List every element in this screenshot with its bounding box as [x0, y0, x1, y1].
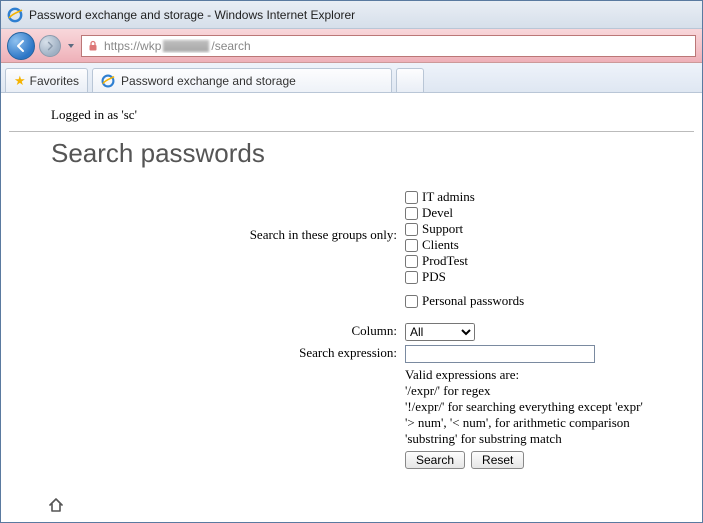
forward-button[interactable]	[39, 35, 61, 57]
nav-history-dropdown[interactable]	[65, 33, 77, 59]
group-checkbox-support[interactable]	[405, 223, 418, 236]
lock-icon	[86, 40, 100, 52]
column-select[interactable]: All	[405, 323, 475, 341]
group-row: Devel	[405, 205, 643, 221]
hint-line: 'substring' for substring match	[405, 431, 643, 447]
group-row: Support	[405, 221, 643, 237]
favorites-button[interactable]: ★ Favorites	[5, 68, 88, 92]
group-label: Personal passwords	[422, 293, 524, 309]
divider	[9, 131, 694, 132]
reset-button[interactable]: Reset	[471, 451, 524, 469]
hint-line: '!/expr/' for searching everything excep…	[405, 399, 643, 415]
group-checkbox-clients[interactable]	[405, 239, 418, 252]
url-host-prefix: wkp	[140, 39, 161, 53]
hint-line: '> num', '< num', for arithmetic compari…	[405, 415, 643, 431]
group-label: Clients	[422, 237, 459, 253]
tabs-bar: ★ Favorites Password exchange and storag…	[1, 63, 702, 93]
group-row: Clients	[405, 237, 643, 253]
group-checkbox-pds[interactable]	[405, 271, 418, 284]
group-label: Devel	[422, 205, 453, 221]
search-expression-input[interactable]	[405, 345, 595, 363]
groups-label: Search in these groups only:	[51, 187, 401, 311]
column-label: Column:	[51, 321, 401, 343]
star-icon: ★	[14, 74, 26, 87]
page-title: Search passwords	[51, 138, 694, 169]
address-url: https://wkp/search	[104, 39, 251, 53]
group-checkbox-prodtest[interactable]	[405, 255, 418, 268]
ie-icon	[101, 74, 115, 88]
group-checkbox-personal[interactable]	[405, 295, 418, 308]
new-tab-button[interactable]	[396, 68, 424, 92]
group-checkbox-it-admins[interactable]	[405, 191, 418, 204]
group-row: Personal passwords	[405, 293, 643, 309]
navigation-bar: https://wkp/search	[1, 29, 702, 63]
favorites-label: Favorites	[30, 74, 79, 88]
search-form: Search in these groups only: IT admins D…	[51, 187, 694, 471]
expression-label: Search expression:	[51, 343, 401, 365]
url-scheme: https://	[104, 39, 140, 53]
window-title: Password exchange and storage - Windows …	[29, 8, 355, 22]
expression-hints: Valid expressions are: '/expr/' for rege…	[401, 365, 647, 449]
search-button[interactable]: Search	[405, 451, 465, 469]
hint-line: '/expr/' for regex	[405, 383, 643, 399]
url-path: /search	[211, 39, 250, 53]
ie-icon	[7, 7, 23, 23]
hint-line: Valid expressions are:	[405, 367, 643, 383]
tab-active[interactable]: Password exchange and storage	[92, 68, 392, 92]
page-content: Logged in as 'sc' Search passwords Searc…	[1, 93, 702, 522]
group-row: IT admins	[405, 189, 643, 205]
group-row: PDS	[405, 269, 643, 285]
tab-title: Password exchange and storage	[121, 74, 296, 88]
group-label: IT admins	[422, 189, 475, 205]
back-button[interactable]	[7, 32, 35, 60]
window-titlebar: Password exchange and storage - Windows …	[1, 1, 702, 29]
address-bar[interactable]: https://wkp/search	[81, 35, 696, 57]
group-label: Support	[422, 221, 463, 237]
url-redacted	[163, 40, 209, 52]
group-label: PDS	[422, 269, 446, 285]
group-label: ProdTest	[422, 253, 468, 269]
home-icon[interactable]	[47, 496, 65, 514]
logged-in-status: Logged in as 'sc'	[9, 103, 694, 129]
group-row: ProdTest	[405, 253, 643, 269]
group-checkbox-devel[interactable]	[405, 207, 418, 220]
